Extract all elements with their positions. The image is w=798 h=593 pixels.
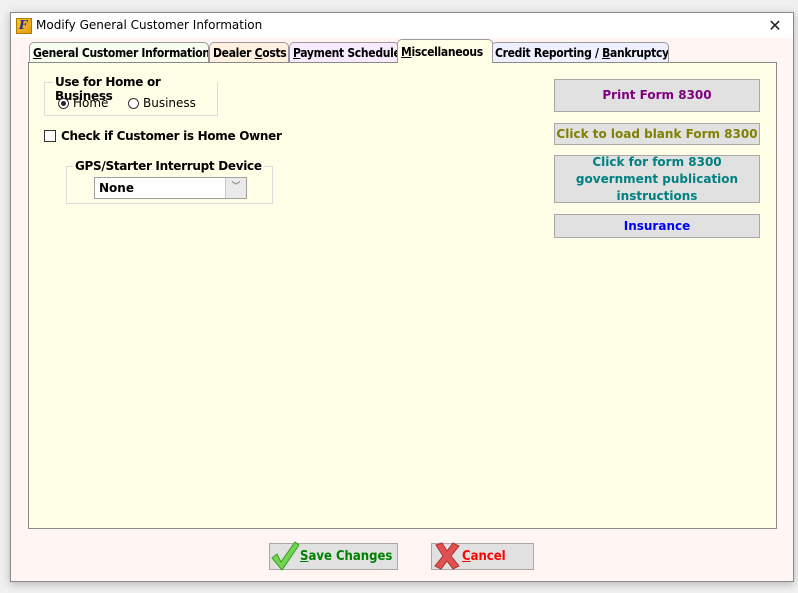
title-bar: F Modify General Customer Information ✕ [11,13,793,38]
tab-general-customer-information[interactable]: General Customer Information [29,42,209,62]
gps-device-select[interactable]: None ﹀ [94,177,247,199]
home-owner-checkbox[interactable]: Check if Customer is Home Owner [44,129,282,143]
radio-business-label: Business [143,96,196,110]
home-business-group: Use for Home or Business Home Business [44,75,218,116]
form-8300-instructions-button[interactable]: Click for form 8300 government publicati… [554,155,760,203]
gps-device-group: GPS/Starter Interrupt Device None ﹀ [66,159,273,204]
save-changes-label: Save Changes [300,549,393,564]
cancel-button[interactable]: Cancel [431,542,534,570]
home-owner-checkbox-label: Check if Customer is Home Owner [61,129,282,143]
radio-business-indicator[interactable] [128,97,139,109]
tab-payment-schedule[interactable]: Payment Schedule [289,42,399,62]
cancel-label: Cancel [462,549,506,564]
radio-home[interactable]: Home [58,96,108,110]
home-owner-checkbox-box[interactable] [44,130,56,142]
radio-home-label: Home [73,96,109,110]
checkmark-icon [271,541,300,571]
gps-device-legend: GPS/Starter Interrupt Device [73,159,264,173]
chevron-down-icon[interactable]: ﹀ [225,178,246,198]
red-x-icon [434,542,460,570]
radio-business[interactable]: Business [128,96,196,110]
window-title: Modify General Customer Information [36,18,263,32]
save-changes-button[interactable]: Save Changes [269,541,398,571]
radio-home-indicator[interactable] [58,97,69,109]
tab-miscellaneous[interactable]: Miscellaneous [397,39,493,63]
modify-customer-dialog: F Modify General Customer Information ✕ … [10,12,794,582]
load-blank-form-8300-button[interactable]: Click to load blank Form 8300 [554,123,760,145]
close-button[interactable]: ✕ [757,13,793,38]
insurance-button[interactable]: Insurance [554,214,760,238]
tab-credit-reporting-bankruptcy[interactable]: Credit Reporting / Bankruptcy [491,42,669,62]
app-logo-icon: F [16,18,32,34]
gps-device-selected-value: None [99,181,134,195]
tab-dealer-costs[interactable]: Dealer Costs [209,42,289,62]
miscellaneous-panel: Use for Home or Business Home Business C… [28,62,777,529]
print-form-8300-button[interactable]: Print Form 8300 [554,79,760,112]
